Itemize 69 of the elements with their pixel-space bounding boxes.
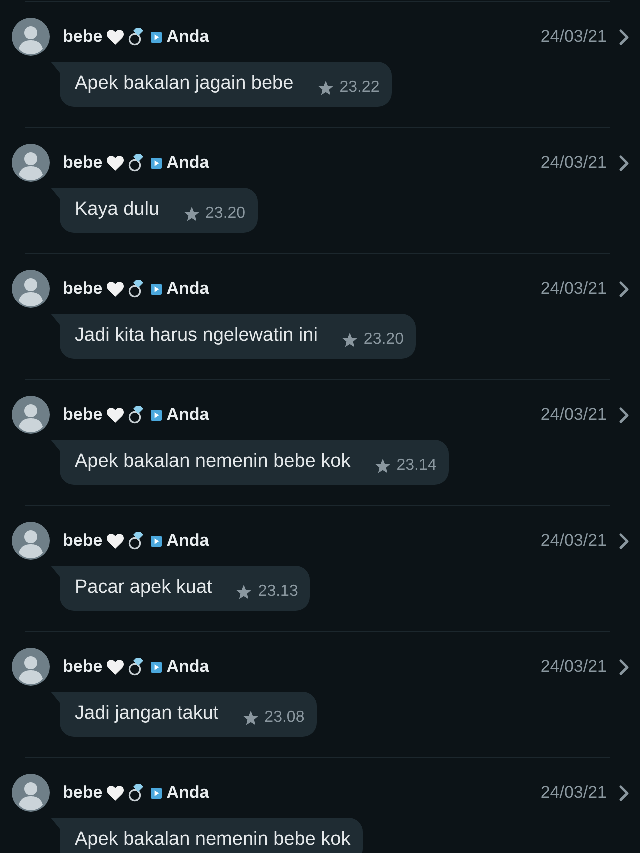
ring-icon xyxy=(126,28,144,46)
recipient-name: Anda xyxy=(166,531,210,551)
heart-icon xyxy=(106,30,124,44)
message-date: 24/03/21 xyxy=(540,279,607,299)
ring-icon xyxy=(126,532,144,550)
recipient-name: Anda xyxy=(166,27,210,47)
play-icon xyxy=(150,410,162,420)
message-text: Apek bakalan nemenin bebe kok xyxy=(75,451,351,473)
avatar-icon xyxy=(12,144,50,182)
recipient-name: Anda xyxy=(166,153,210,173)
chevron-icon[interactable] xyxy=(619,280,630,298)
sender-name: bebe xyxy=(63,279,103,299)
sender-name: bebe xyxy=(63,783,103,803)
recipient-name: Anda xyxy=(166,279,210,299)
heart-icon xyxy=(106,156,124,170)
sender-name: bebe xyxy=(63,657,103,677)
message-text: Kaya dulu xyxy=(75,199,160,221)
chevron-icon[interactable] xyxy=(619,658,630,676)
play-icon xyxy=(150,788,162,798)
message-time: 23.22 xyxy=(340,78,380,98)
play-icon xyxy=(150,158,162,168)
sender-name: bebe xyxy=(63,153,103,173)
avatar-icon xyxy=(12,270,50,308)
message-text: Jadi jangan takut xyxy=(75,703,219,725)
message-time: 23.14 xyxy=(396,456,437,476)
heart-icon xyxy=(106,534,124,548)
message-date: 24/03/21 xyxy=(540,153,607,173)
chevron-icon[interactable] xyxy=(619,532,630,550)
play-icon xyxy=(150,662,162,672)
play-icon xyxy=(150,536,162,546)
message-time: 23.13 xyxy=(258,582,298,602)
message-date: 24/03/21 xyxy=(540,531,607,551)
message-time: 23.20 xyxy=(206,204,246,224)
ring-icon xyxy=(126,658,144,676)
recipient-name: Anda xyxy=(166,405,210,425)
recipient-name: Anda xyxy=(166,783,210,803)
ring-icon xyxy=(126,280,144,298)
message-time: 23.08 xyxy=(264,708,305,728)
heart-icon xyxy=(106,660,124,674)
sender-name: bebe xyxy=(63,405,103,425)
message-text: Pacar apek kuat xyxy=(75,577,212,599)
sender-name: bebe xyxy=(63,531,103,551)
sender-name: bebe xyxy=(63,27,103,47)
message-time: 23.20 xyxy=(364,330,404,350)
message-date: 24/03/21 xyxy=(540,405,607,425)
chevron-icon[interactable] xyxy=(619,28,630,46)
recipient-name: Anda xyxy=(166,657,210,677)
avatar-icon xyxy=(12,522,50,560)
heart-icon xyxy=(106,408,124,422)
chevron-icon[interactable] xyxy=(619,784,630,802)
message-date: 24/03/21 xyxy=(540,27,607,47)
chevron-icon[interactable] xyxy=(619,154,630,172)
heart-icon xyxy=(106,282,124,296)
ring-icon xyxy=(126,406,144,424)
avatar-icon xyxy=(12,396,50,434)
heart-icon xyxy=(106,786,124,800)
ring-icon xyxy=(126,784,144,802)
message-text: Apek bakalan nemenin bebe kok xyxy=(75,829,351,851)
message-text: Jadi kita harus ngelewatin ini xyxy=(75,325,318,347)
message-text: Apek bakalan jagain bebe xyxy=(75,73,294,95)
play-icon xyxy=(150,32,162,42)
avatar-icon xyxy=(12,648,50,686)
play-icon xyxy=(150,284,162,294)
ring-icon xyxy=(126,154,144,172)
message-date: 24/03/21 xyxy=(540,657,607,677)
chevron-icon[interactable] xyxy=(619,406,630,424)
avatar-icon xyxy=(12,774,50,812)
avatar-icon xyxy=(12,18,50,56)
message-date: 24/03/21 xyxy=(540,783,607,803)
